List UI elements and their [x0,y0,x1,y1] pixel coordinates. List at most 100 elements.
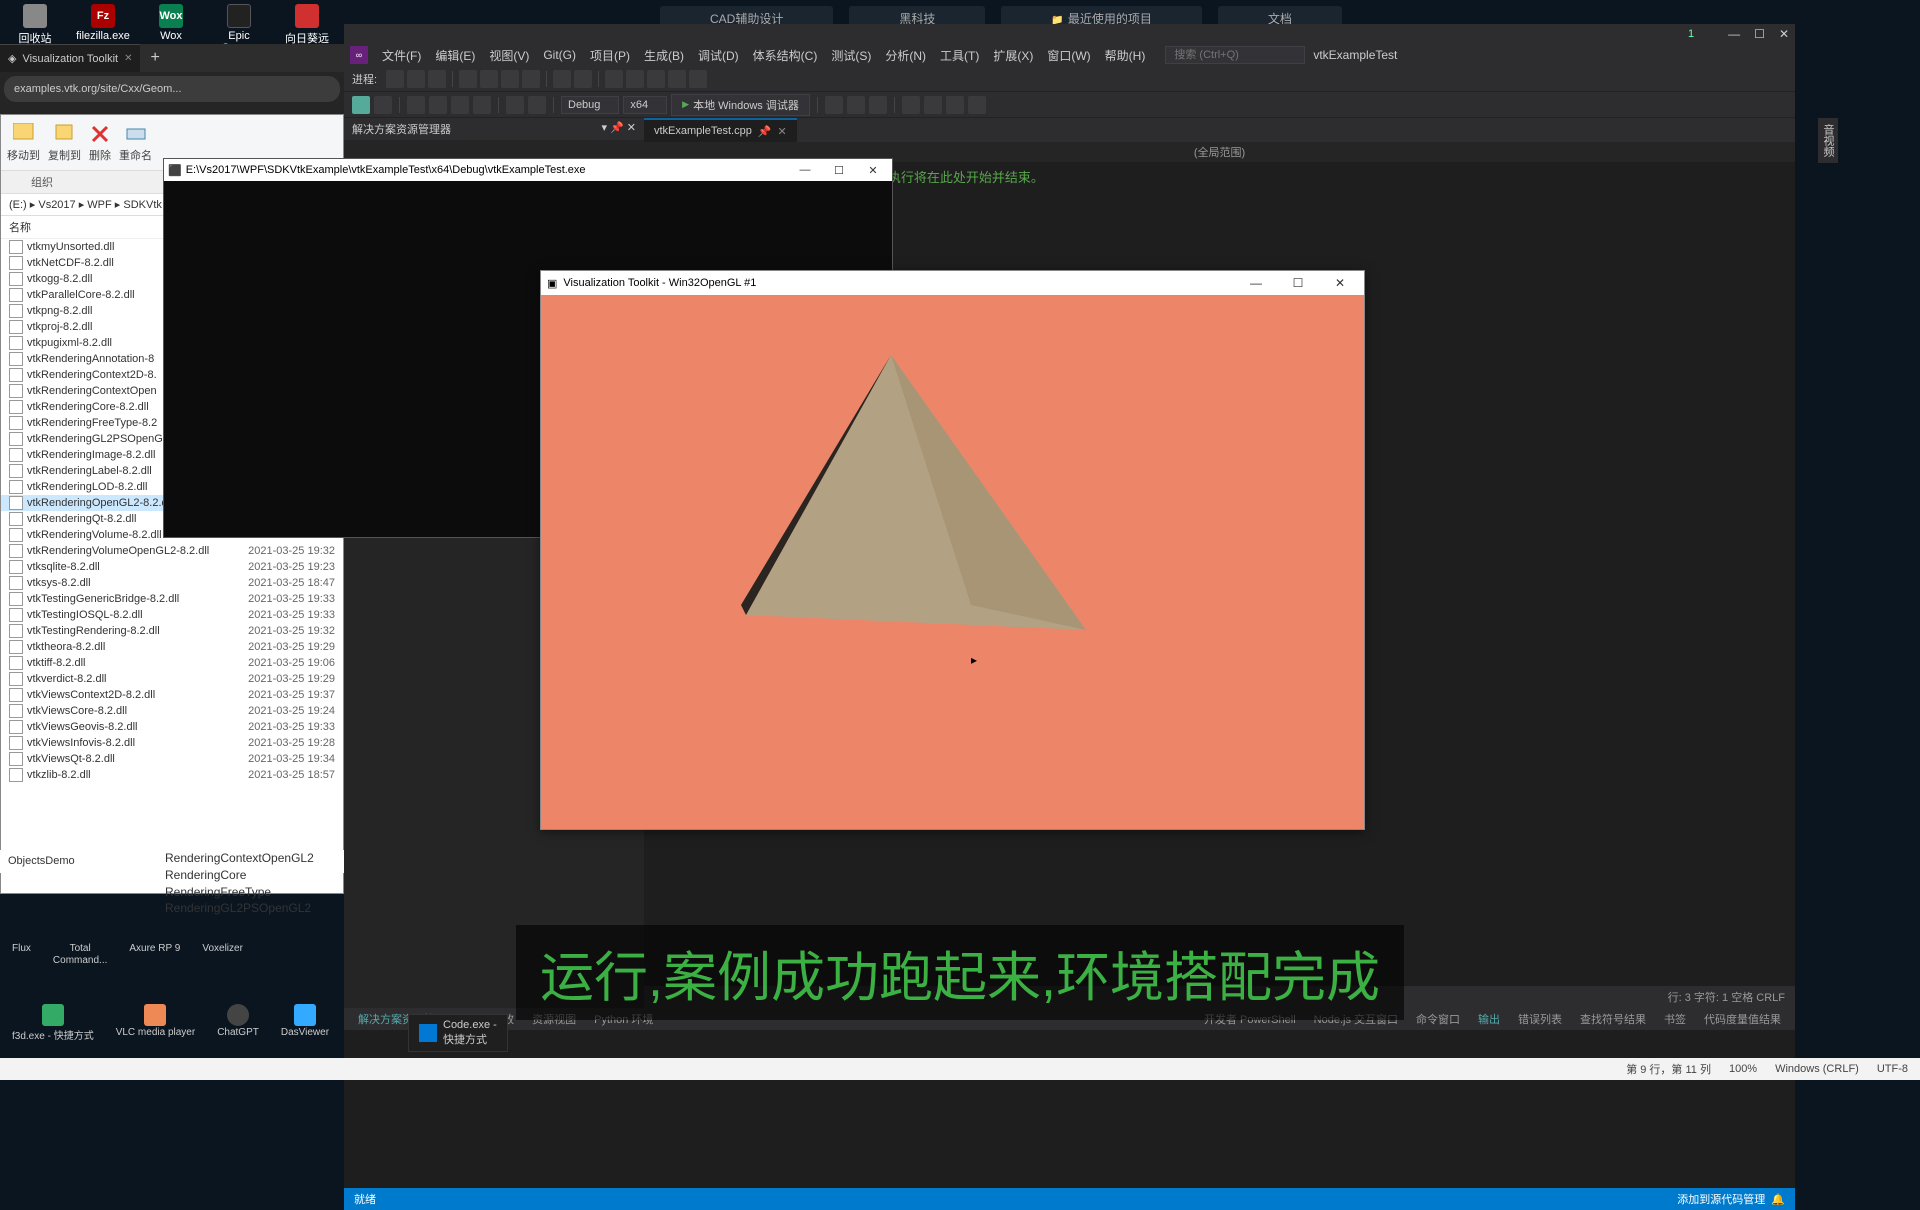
taskbar-item[interactable]: Voxelizer [196,941,249,968]
tab-close-icon[interactable]: ✕ [124,53,132,64]
toolbar-button[interactable] [968,96,986,114]
right-vertical-label[interactable]: 音视频 [1818,118,1838,163]
menu-window[interactable]: 窗口(W) [1041,45,1096,66]
file-row[interactable]: vtkzlib-8.2.dll2021-03-25 18:57 [1,767,343,783]
menu-debug[interactable]: 调试(D) [692,45,745,66]
status-source-control[interactable]: 添加到源代码管理 [1677,1191,1765,1207]
menu-tools[interactable]: 工具(T) [934,45,985,66]
vtk-canvas[interactable]: ▸ [541,295,1364,829]
file-row[interactable]: vtktiff-8.2.dll2021-03-25 19:06 [1,655,343,671]
maximize-icon[interactable]: ☐ [1754,27,1765,41]
toolbar-button[interactable] [501,70,519,88]
menu-architecture[interactable]: 体系结构(C) [747,45,824,66]
browser-tab[interactable]: ◈ Visualization Toolkit ✕ [0,44,140,72]
menu-edit[interactable]: 编辑(E) [429,45,481,66]
panel-pin-icon[interactable]: ▾ 📌 ✕ [601,121,636,137]
toolbar-button[interactable] [869,96,887,114]
vs-notification-count[interactable]: 1 [1688,28,1714,40]
toolbar-button[interactable] [689,70,707,88]
nav-back-icon[interactable] [352,96,370,114]
file-row[interactable]: vtksqlite-8.2.dll2021-03-25 19:23 [1,559,343,575]
toolbar-button[interactable] [386,70,404,88]
menu-help[interactable]: 帮助(H) [1099,45,1152,66]
minimize-icon[interactable]: — [1728,27,1740,41]
rename-button[interactable]: 重命名 [119,123,152,163]
config-dropdown[interactable]: Debug [561,96,619,114]
maximize-icon[interactable]: ☐ [1280,276,1316,290]
taskbar-item[interactable]: Axure RP 9 [123,941,186,968]
file-row[interactable]: vtksys-8.2.dll2021-03-25 18:47 [1,575,343,591]
menu-file[interactable]: 文件(F) [376,45,427,66]
toolbar-button[interactable] [480,70,498,88]
file-row[interactable]: vtktheora-8.2.dll2021-03-25 19:29 [1,639,343,655]
delete-button[interactable]: 删除 [89,123,111,163]
menu-build[interactable]: 生成(B) [638,45,690,66]
toolbar-button[interactable] [459,70,477,88]
taskbar-chatgpt[interactable]: ChatGPT [211,1002,265,1044]
bottom-tab[interactable]: 命令窗口 [1408,1008,1468,1030]
toolbar-button[interactable] [668,70,686,88]
taskbar-f3d[interactable]: f3d.exe - 快捷方式 [6,1002,100,1044]
toolbar-button[interactable] [647,70,665,88]
save-all-button[interactable] [473,96,491,114]
file-row[interactable]: vtkViewsCore-8.2.dll2021-03-25 19:24 [1,703,343,719]
file-row[interactable]: vtkViewsGeovis-8.2.dll2021-03-25 19:33 [1,719,343,735]
toolbar-button[interactable] [574,70,592,88]
console-titlebar[interactable]: ⬛ E:\Vs2017\WPF\SDKVtkExample\vtkExample… [164,159,892,181]
toolbar-button[interactable] [428,70,446,88]
new-button[interactable] [407,96,425,114]
save-button[interactable] [451,96,469,114]
taskbar-item[interactable]: TotalCommand... [47,941,113,968]
toolbar-button[interactable] [553,70,571,88]
toolbar-button[interactable] [902,96,920,114]
file-row[interactable]: vtkViewsInfovis-8.2.dll2021-03-25 19:28 [1,735,343,751]
menu-extensions[interactable]: 扩展(X) [987,45,1039,66]
minimize-icon[interactable]: — [790,164,820,176]
file-row[interactable]: vtkverdict-8.2.dll2021-03-25 19:29 [1,671,343,687]
file-row[interactable]: vtkTestingRendering-8.2.dll2021-03-25 19… [1,623,343,639]
toolbar-button[interactable] [825,96,843,114]
toolbar-button[interactable] [626,70,644,88]
toolbar-button[interactable] [605,70,623,88]
toolbar-button[interactable] [946,96,964,114]
run-debugger-button[interactable]: 本地 Windows 调试器 [671,94,810,116]
bottom-tab[interactable]: 错误列表 [1510,1008,1570,1030]
tab-pin-icon[interactable]: 📌 [758,125,772,138]
new-tab-button[interactable]: + [140,49,169,67]
toolbar-button[interactable] [522,70,540,88]
bell-icon[interactable]: 🔔 [1771,1193,1785,1206]
minimize-icon[interactable]: — [1238,276,1274,290]
redo-button[interactable] [528,96,546,114]
menu-view[interactable]: 视图(V) [483,45,535,66]
bottom-tab-output[interactable]: 输出 [1470,1008,1508,1030]
file-row[interactable]: vtkRenderingVolumeOpenGL2-8.2.dll2021-03… [1,543,343,559]
vtk-titlebar[interactable]: ▣ Visualization Toolkit - Win32OpenGL #1… [541,271,1364,295]
url-bar[interactable]: examples.vtk.org/site/Cxx/Geom... [4,76,340,102]
close-icon[interactable]: ✕ [1779,27,1789,41]
undo-button[interactable] [506,96,524,114]
toolbar-button[interactable] [847,96,865,114]
taskbar-vlc[interactable]: VLC media player [110,1002,201,1044]
tab-close-icon[interactable]: ✕ [778,125,787,138]
file-row[interactable]: vtkViewsQt-8.2.dll2021-03-25 19:34 [1,751,343,767]
menu-analyze[interactable]: 分析(N) [879,45,932,66]
taskbar-dasviewer[interactable]: DasViewer [275,1002,335,1044]
menu-git[interactable]: Git(G) [537,46,582,64]
toolbar-button[interactable] [924,96,942,114]
editor-tab-active[interactable]: vtkExampleTest.cpp 📌 ✕ [644,118,797,142]
nav-forward-icon[interactable] [374,96,392,114]
file-row[interactable]: vtkViewsContext2D-8.2.dll2021-03-25 19:3… [1,687,343,703]
menu-test[interactable]: 测试(S) [825,45,877,66]
taskbar-item[interactable]: Flux [6,941,37,968]
maximize-icon[interactable]: ☐ [824,164,854,177]
platform-dropdown[interactable]: x64 [623,96,667,114]
copy-to-button[interactable]: 复制到 [48,123,81,163]
toolbar-button[interactable] [407,70,425,88]
vs-search-input[interactable] [1165,46,1305,64]
bottom-tab[interactable]: 书签 [1656,1008,1694,1030]
close-icon[interactable]: ✕ [858,164,888,177]
file-row[interactable]: vtkTestingIOSQL-8.2.dll2021-03-25 19:33 [1,607,343,623]
bottom-tab[interactable]: 查找符号结果 [1572,1008,1654,1030]
menu-project[interactable]: 项目(P) [584,45,636,66]
file-row[interactable]: vtkTestingGenericBridge-8.2.dll2021-03-2… [1,591,343,607]
